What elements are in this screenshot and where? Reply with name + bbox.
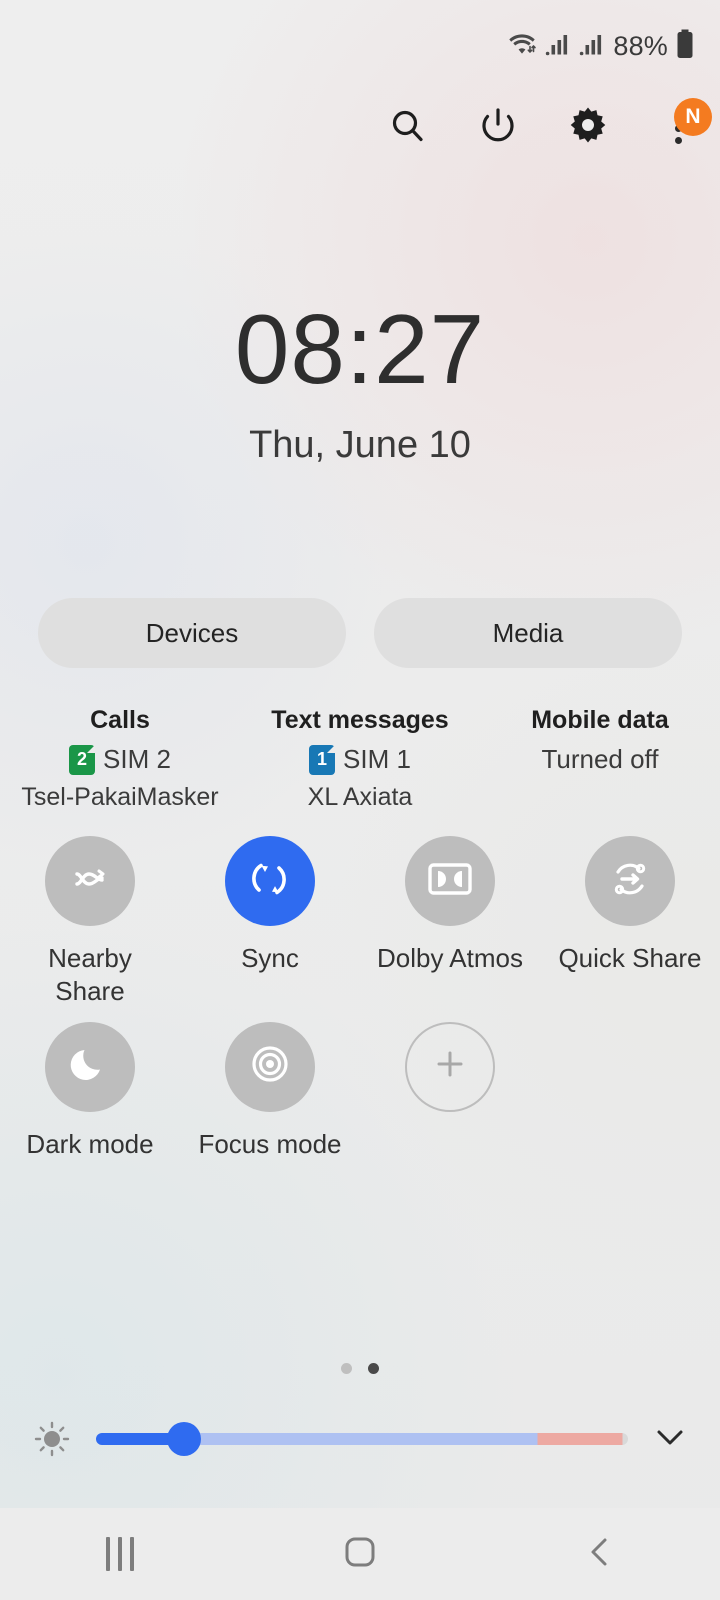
- sim-info-title: Calls: [90, 706, 150, 734]
- devices-button[interactable]: Devices: [38, 598, 346, 668]
- toggle-sync-circle[interactable]: [225, 836, 315, 926]
- toggle-dolby-atmos-circle[interactable]: [405, 836, 495, 926]
- page-dot-1[interactable]: [341, 1363, 352, 1374]
- sim-info-carrier: XL Axiata: [307, 783, 413, 811]
- grid-spacer: [540, 1022, 720, 1161]
- notification-badge[interactable]: N: [674, 98, 712, 136]
- expand-brightness-button[interactable]: [650, 1417, 690, 1462]
- dolby-atmos-icon: [426, 859, 474, 904]
- sim-info-slot: SIM 1: [343, 744, 411, 774]
- brightness-auto-icon[interactable]: [30, 1415, 74, 1464]
- header-actions: N: [384, 98, 712, 152]
- toggle-sync-label: Sync: [241, 943, 299, 973]
- toggle-focus-mode[interactable]: Focus mode: [180, 1021, 360, 1161]
- focus-target-icon: [247, 1041, 293, 1092]
- status-bar: 88%: [0, 0, 720, 92]
- sim-info-calls[interactable]: Calls 2 SIM 2 Tsel-PakaiMasker: [0, 706, 240, 812]
- status-icons: 88%: [507, 29, 694, 64]
- sim-info-title: Mobile data: [531, 706, 669, 734]
- brightness-slider[interactable]: [96, 1422, 628, 1456]
- devices-button-label: Devices: [145, 617, 239, 648]
- toggle-quick-share-circle[interactable]: [585, 836, 675, 926]
- media-button[interactable]: Media: [374, 598, 682, 668]
- toggle-nearby-share-label: Nearby Share: [48, 943, 132, 1006]
- nearby-share-icon: [66, 855, 114, 908]
- quick-toggle-grid: Nearby Share Sync Dolby Atmos Quick Shar…: [0, 836, 720, 1160]
- sim-info-value: 2 SIM 2: [0, 744, 240, 775]
- quick-settings-panel: 88% N 08:27 Thu, June 10 Devices Media C…: [0, 0, 720, 1600]
- toggle-dark-mode-circle[interactable]: [45, 1021, 135, 1112]
- toggle-quick-share-label: Quick Share: [558, 943, 702, 973]
- sim-chip-icon: 2: [69, 744, 96, 775]
- brightness-slider-thumb[interactable]: [166, 1422, 201, 1456]
- sim-info-title: Text messages: [271, 706, 449, 734]
- toggle-dark-mode[interactable]: Dark mode: [0, 1021, 180, 1161]
- sim-info-value: 1 SIM 1: [240, 744, 480, 775]
- sim-chip-icon: 1: [309, 744, 336, 775]
- panel-shortcut-row: Devices Media: [38, 598, 682, 668]
- back-button[interactable]: [540, 1519, 660, 1589]
- clock-area[interactable]: 08:27 Thu, June 10: [0, 300, 720, 467]
- add-button-circle[interactable]: [405, 1021, 495, 1112]
- toggle-sync[interactable]: Sync: [180, 836, 360, 1008]
- signal-bars-icon: [545, 31, 571, 62]
- moon-icon: [67, 1041, 113, 1092]
- search-icon: [388, 106, 428, 151]
- page-dot-2[interactable]: [368, 1363, 379, 1374]
- wifi-icon: [507, 31, 537, 62]
- toggle-focus-mode-label: Focus mode: [198, 1128, 342, 1159]
- brightness-row: [0, 1410, 720, 1468]
- sim-info-status: Turned off: [541, 744, 659, 774]
- signal-bars-icon: [579, 31, 605, 62]
- sync-icon: [245, 854, 295, 909]
- sim-info-carrier: Tsel-PakaiMasker: [21, 783, 219, 811]
- sim-info-slot: SIM 2: [103, 744, 171, 774]
- home-icon: [340, 1532, 380, 1577]
- back-icon: [580, 1532, 620, 1577]
- more-options-button[interactable]: N: [654, 98, 712, 152]
- navigation-bar: [0, 1508, 720, 1600]
- clock-date[interactable]: Thu, June 10: [0, 424, 720, 467]
- recents-button[interactable]: [60, 1519, 180, 1589]
- toggle-dolby-atmos[interactable]: Dolby Atmos: [360, 836, 540, 1008]
- toggle-dark-mode-label: Dark mode: [26, 1128, 154, 1159]
- battery-percentage: 88%: [613, 30, 668, 61]
- power-button[interactable]: [474, 104, 522, 152]
- clock-time[interactable]: 08:27: [0, 300, 720, 398]
- plus-icon: [430, 1044, 470, 1089]
- media-button-label: Media: [492, 617, 564, 648]
- page-indicator: [0, 1363, 720, 1374]
- sim-info-text-messages[interactable]: Text messages 1 SIM 1 XL Axiata: [240, 706, 480, 812]
- toggle-focus-mode-circle[interactable]: [225, 1021, 315, 1112]
- add-button[interactable]: [360, 1021, 540, 1161]
- recents-icon: [106, 1537, 134, 1571]
- home-button[interactable]: [300, 1519, 420, 1589]
- battery-icon: [676, 29, 694, 64]
- settings-button[interactable]: [564, 104, 612, 152]
- search-button[interactable]: [384, 104, 432, 152]
- sim-info-row: Calls 2 SIM 2 Tsel-PakaiMasker Text mess…: [0, 706, 720, 812]
- toggle-quick-share[interactable]: Quick Share: [540, 836, 720, 1008]
- sim-info-value: Turned off: [480, 744, 720, 775]
- toggle-dolby-atmos-label: Dolby Atmos: [377, 943, 523, 973]
- toggle-nearby-share-circle[interactable]: [45, 836, 135, 926]
- toggle-nearby-share[interactable]: Nearby Share: [0, 836, 180, 1008]
- quick-share-icon: [605, 854, 655, 909]
- power-icon: [477, 105, 519, 152]
- gear-icon: [567, 105, 609, 152]
- sim-info-mobile-data[interactable]: Mobile data Turned off: [480, 706, 720, 812]
